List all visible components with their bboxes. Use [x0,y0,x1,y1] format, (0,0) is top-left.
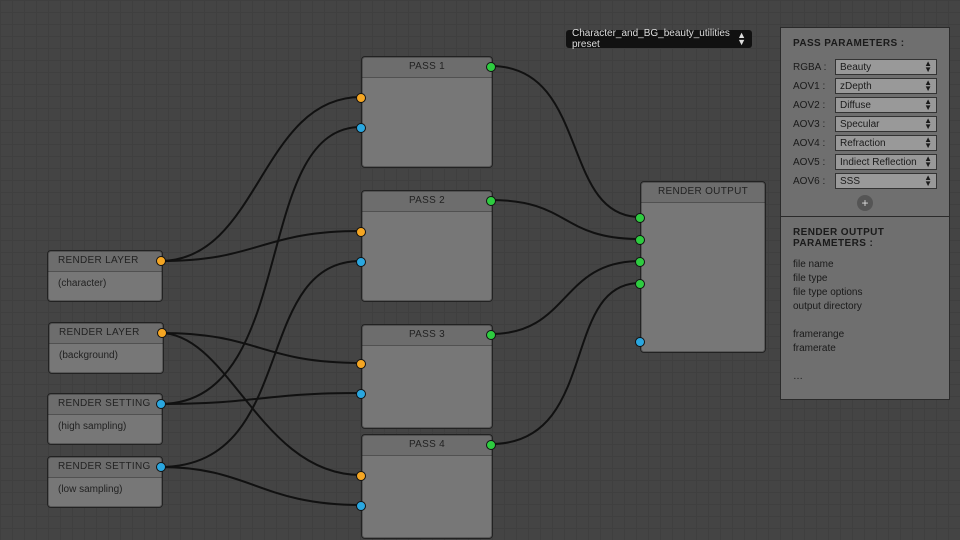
node-render-layer-background[interactable]: RENDER LAYER (background) [48,322,164,374]
param-select[interactable]: SSS ▲▼ [835,173,937,189]
port-in-settings[interactable] [635,337,645,347]
node-title: PASS 4 [362,435,492,456]
node-title: RENDER OUTPUT [641,182,765,203]
panel-output-parameters: RENDER OUTPUT PARAMETERS : file name file… [780,216,950,400]
node-title: RENDER SETTING [48,394,162,415]
node-title: RENDER LAYER [48,251,162,272]
port-out-blue[interactable] [156,462,166,472]
port-out-green[interactable] [486,440,496,450]
param-value: Refraction [840,138,886,149]
dropdown-arrows-icon: ▲▼ [924,80,932,92]
port-out-green[interactable] [486,196,496,206]
port-in-blue[interactable] [356,389,366,399]
panel-pass-parameters: PASS PARAMETERS : RGBA :Beauty▲▼AOV1 :zD… [780,27,950,226]
output-param-item: framerate [793,343,937,354]
panel-heading: RENDER OUTPUT PARAMETERS : [793,227,937,249]
param-key: AOV2 : [793,100,835,111]
port-out-green[interactable] [486,62,496,72]
param-value: Diffuse [840,100,871,111]
node-pass-1[interactable]: PASS 1 [361,56,493,168]
output-param-item: file name [793,259,937,270]
param-key: RGBA : [793,62,835,73]
param-value: zDepth [840,81,872,92]
port-in-blue[interactable] [356,123,366,133]
param-row: AOV3 : Specular ▲▼ [793,116,937,132]
port-in-orange[interactable] [356,359,366,369]
port-in-4[interactable] [635,279,645,289]
node-title: RENDER LAYER [49,323,163,344]
port-in-1[interactable] [635,213,645,223]
output-param-item: file type options [793,287,937,298]
port-out-orange[interactable] [157,328,167,338]
dropdown-arrows-icon: ▲▼ [924,175,932,187]
node-title: PASS 1 [362,57,492,78]
port-in-orange[interactable] [356,227,366,237]
port-in-3[interactable] [635,257,645,267]
param-select[interactable]: Specular ▲▼ [835,116,937,132]
param-select[interactable]: Beauty ▲▼ [835,59,937,75]
node-render-setting-low[interactable]: RENDER SETTING (low sampling) [47,456,163,508]
param-row: AOV5 : Indiect Reflection ▲▼ [793,154,937,170]
param-value: Beauty [840,62,871,73]
output-param-item: framerange [793,329,937,340]
preset-label: Character_and_BG_beauty_utilities preset [572,28,737,50]
port-in-orange[interactable] [356,93,366,103]
port-in-2[interactable] [635,235,645,245]
dropdown-arrows-icon: ▲▼ [924,156,932,168]
node-subtitle: (background) [49,344,163,367]
param-select[interactable]: Indiect Reflection ▲▼ [835,154,937,170]
param-select[interactable]: Diffuse ▲▼ [835,97,937,113]
node-pass-2[interactable]: PASS 2 [361,190,493,302]
node-title: PASS 3 [362,325,492,346]
node-render-setting-high[interactable]: RENDER SETTING (high sampling) [47,393,163,445]
node-title: RENDER SETTING [48,457,162,478]
param-value: SSS [840,176,860,187]
dropdown-arrows-icon: ▲▼ [924,118,932,130]
node-pass-4[interactable]: PASS 4 [361,434,493,539]
node-subtitle: (high sampling) [48,415,162,438]
preset-dropdown[interactable]: Character_and_BG_beauty_utilities preset… [566,30,752,48]
output-param-item [793,315,937,326]
param-row: RGBA : Beauty ▲▼ [793,59,937,75]
port-in-blue[interactable] [356,257,366,267]
port-out-orange[interactable] [156,256,166,266]
port-in-orange[interactable] [356,471,366,481]
port-out-green[interactable] [486,330,496,340]
node-subtitle: (low sampling) [48,478,162,501]
param-select[interactable]: Refraction ▲▼ [835,135,937,151]
param-key: AOV5 : [793,157,835,168]
output-param-item: file type [793,273,937,284]
param-value: Indiect Reflection [840,157,917,168]
param-key: AOV4 : [793,138,835,149]
param-select[interactable]: zDepth ▲▼ [835,78,937,94]
param-value: Specular [840,119,879,130]
param-row: AOV1 : zDepth ▲▼ [793,78,937,94]
dropdown-arrows-icon: ▲▼ [737,32,746,46]
node-subtitle: (character) [48,272,162,295]
node-title: PASS 2 [362,191,492,212]
panel-heading: PASS PARAMETERS : [793,38,937,49]
port-in-blue[interactable] [356,501,366,511]
dropdown-arrows-icon: ▲▼ [924,61,932,73]
param-row: AOV6 : SSS ▲▼ [793,173,937,189]
dropdown-arrows-icon: ▲▼ [924,99,932,111]
node-pass-3[interactable]: PASS 3 [361,324,493,429]
param-key: AOV3 : [793,119,835,130]
param-row: AOV2 : Diffuse ▲▼ [793,97,937,113]
output-param-item: output directory [793,301,937,312]
add-aov-button[interactable]: + [857,195,873,211]
param-key: AOV1 : [793,81,835,92]
dropdown-arrows-icon: ▲▼ [924,137,932,149]
node-render-output[interactable]: RENDER OUTPUT [640,181,766,353]
port-out-blue[interactable] [156,399,166,409]
output-param-item [793,357,937,368]
param-key: AOV6 : [793,176,835,187]
output-param-item: … [793,371,937,382]
node-render-layer-character[interactable]: RENDER LAYER (character) [47,250,163,302]
param-row: AOV4 : Refraction ▲▼ [793,135,937,151]
